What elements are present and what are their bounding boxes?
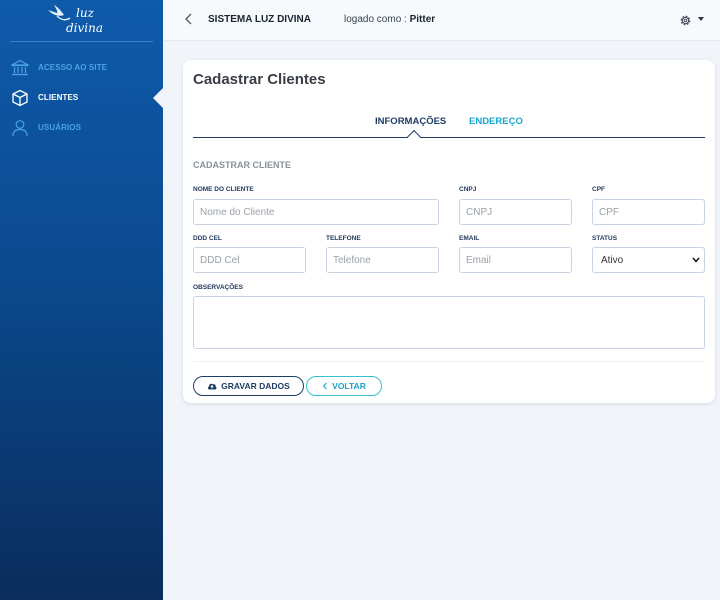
observacoes-textarea[interactable] — [193, 296, 705, 349]
telefone-input[interactable] — [326, 247, 439, 273]
active-indicator — [153, 88, 163, 108]
caret-down-icon[interactable] — [698, 17, 704, 21]
tab-informacoes[interactable]: INFORMAÇÕES — [375, 116, 446, 127]
save-button[interactable]: GRAVAR DADOS — [193, 376, 304, 396]
bank-icon — [11, 59, 29, 76]
sidebar-item-usuarios[interactable]: USUÁRIOS — [0, 118, 163, 138]
observacoes-label: OBSERVAÇÕES — [193, 284, 243, 291]
form-card: Cadastrar Clientes INFORMAÇÕES ENDEREÇO … — [183, 60, 715, 403]
page-title: Cadastrar Clientes — [193, 71, 326, 88]
sidebar: luz divina ACESSO AO SITE CLIENTES USUÁR… — [0, 0, 163, 600]
sidebar-item-label: ACESSO AO SITE — [38, 63, 108, 72]
top-bar: SISTEMA LUZ DIVINA logado como : Pitter — [163, 0, 720, 41]
cnpj-input[interactable] — [459, 199, 572, 225]
telefone-label: TELEFONE — [326, 235, 361, 242]
gear-icon[interactable] — [679, 14, 692, 27]
user-icon — [12, 120, 28, 137]
chevron-left-icon[interactable] — [183, 12, 195, 26]
cube-icon — [12, 89, 28, 107]
tab-underline — [193, 137, 705, 138]
status-select[interactable]: Ativo — [592, 247, 705, 273]
save-button-label: GRAVAR DADOS — [221, 381, 290, 391]
back-button[interactable]: VOLTAR — [306, 376, 382, 396]
sidebar-item-label: USUÁRIOS — [38, 123, 82, 132]
status-label: STATUS — [592, 235, 618, 242]
email-input[interactable] — [459, 247, 572, 273]
nome-input[interactable] — [193, 199, 439, 225]
nome-label: NOME DO CLIENTE — [193, 186, 254, 193]
tab-endereco[interactable]: ENDEREÇO — [469, 116, 523, 127]
sidebar-item-label: CLIENTES — [38, 93, 79, 102]
chevron-left-icon — [322, 382, 328, 390]
ddd-label: DDD CEL — [193, 235, 222, 242]
svg-text:divina: divina — [66, 21, 103, 35]
chevron-down-icon — [692, 257, 700, 263]
section-title: CADASTRAR CLIENTE — [193, 160, 291, 170]
svg-text:luz: luz — [76, 6, 95, 20]
tab-active-notch — [406, 129, 422, 145]
status-value: Ativo — [601, 254, 624, 266]
ddd-input[interactable] — [193, 247, 306, 273]
dove-icon: luz divina — [48, 5, 103, 35]
app-title: SISTEMA LUZ DIVINA — [208, 14, 311, 25]
sidebar-item-clientes[interactable]: CLIENTES — [0, 88, 163, 108]
cpf-label: CPF — [592, 186, 605, 193]
divider — [193, 361, 705, 362]
back-button-label: VOLTAR — [332, 381, 366, 391]
cpf-input[interactable] — [592, 199, 705, 225]
logo[interactable]: luz divina — [10, 0, 153, 42]
cnpj-label: CNPJ — [459, 186, 477, 193]
logged-prefix: logado como : — [344, 14, 407, 25]
user-name: Pitter — [409, 14, 436, 25]
email-label: EMAIL — [459, 235, 480, 242]
logged-user: logado como : Pitter — [344, 14, 435, 25]
cloud-upload-icon — [208, 383, 217, 390]
sidebar-item-acesso-ao-site[interactable]: ACESSO AO SITE — [0, 58, 163, 78]
